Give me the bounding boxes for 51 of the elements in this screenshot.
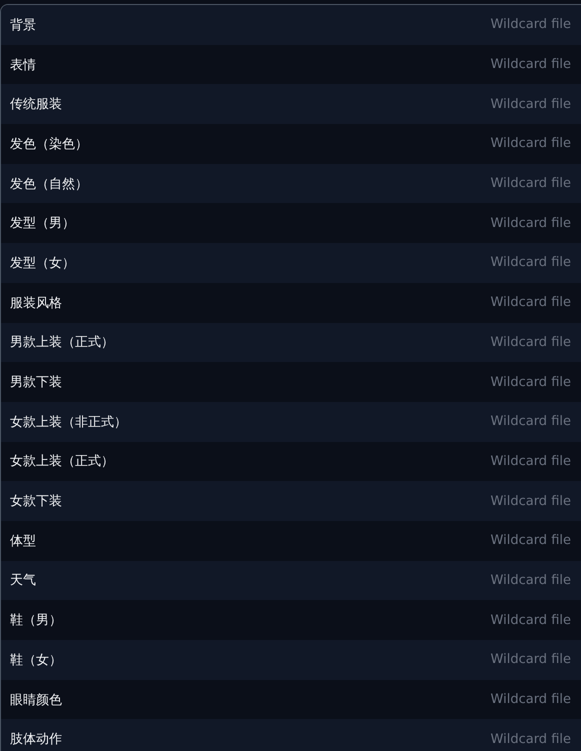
row-label: 男款上装（正式） [10, 334, 114, 352]
file-type-label: Wildcard file [490, 295, 571, 310]
file-type-label: Wildcard file [490, 17, 571, 32]
list-row[interactable]: 表情 Wildcard file [1, 44, 581, 84]
row-label: 体型 [10, 532, 36, 550]
row-label: 鞋（男） [10, 612, 62, 630]
file-type-label: Wildcard file [490, 255, 571, 270]
row-label: 表情 [10, 56, 36, 74]
file-type-label: Wildcard file [490, 216, 571, 231]
row-label: 服装风格 [10, 294, 62, 312]
list-row[interactable]: 发型（女） Wildcard file [1, 243, 581, 283]
list-row[interactable]: 天气 Wildcard file [1, 560, 581, 600]
list-row[interactable]: 鞋（女） Wildcard file [1, 640, 581, 680]
file-type-label: Wildcard file [490, 652, 571, 668]
row-label: 发型（男） [10, 215, 75, 232]
row-label: 女款上装（非正式） [10, 414, 127, 431]
file-type-label: Wildcard file [490, 176, 571, 192]
row-label: 肢体动作 [10, 731, 62, 748]
list-row[interactable]: 女款下装 Wildcard file [1, 481, 581, 521]
file-type-label: Wildcard file [490, 96, 571, 112]
list-row[interactable]: 背景 Wildcard file [1, 5, 581, 45]
file-type-label: Wildcard file [490, 57, 571, 72]
row-label: 鞋（女） [10, 652, 62, 669]
row-label: 发型（女） [10, 254, 75, 272]
list-row[interactable]: 传统服装 Wildcard file [1, 84, 581, 124]
file-type-label: Wildcard file [490, 612, 571, 628]
list-row[interactable]: 发色（自然） Wildcard file [1, 164, 581, 204]
file-type-label: Wildcard file [490, 732, 571, 747]
list-row[interactable]: 眼睛颜色 Wildcard file [1, 680, 581, 720]
file-type-label: Wildcard file [490, 572, 571, 588]
row-label: 发色（自然） [10, 176, 88, 193]
row-label: 天气 [10, 572, 36, 590]
file-type-label: Wildcard file [490, 414, 571, 430]
list-row[interactable]: 肢体动作 Wildcard file [1, 719, 581, 751]
list-row[interactable]: 女款上装（正式） Wildcard file [1, 442, 581, 482]
row-label: 男款下装 [10, 374, 62, 392]
list-row[interactable]: 男款上装（正式） Wildcard file [1, 322, 581, 362]
row-label: 背景 [10, 16, 36, 34]
row-label: 眼睛颜色 [10, 692, 62, 709]
file-type-label: Wildcard file [490, 136, 571, 152]
row-label: 传统服装 [10, 96, 62, 114]
file-type-label: Wildcard file [490, 334, 571, 350]
file-type-label: Wildcard file [490, 454, 571, 469]
row-label: 女款上装（正式） [10, 453, 114, 470]
row-label: 发色（染色） [10, 136, 88, 153]
file-type-label: Wildcard file [490, 692, 571, 708]
file-type-label: Wildcard file [490, 533, 571, 548]
file-type-label: Wildcard file [490, 374, 571, 390]
row-label: 女款下装 [10, 493, 62, 510]
file-type-label: Wildcard file [490, 494, 571, 509]
list-row[interactable]: 女款上装（非正式） Wildcard file [1, 402, 581, 442]
